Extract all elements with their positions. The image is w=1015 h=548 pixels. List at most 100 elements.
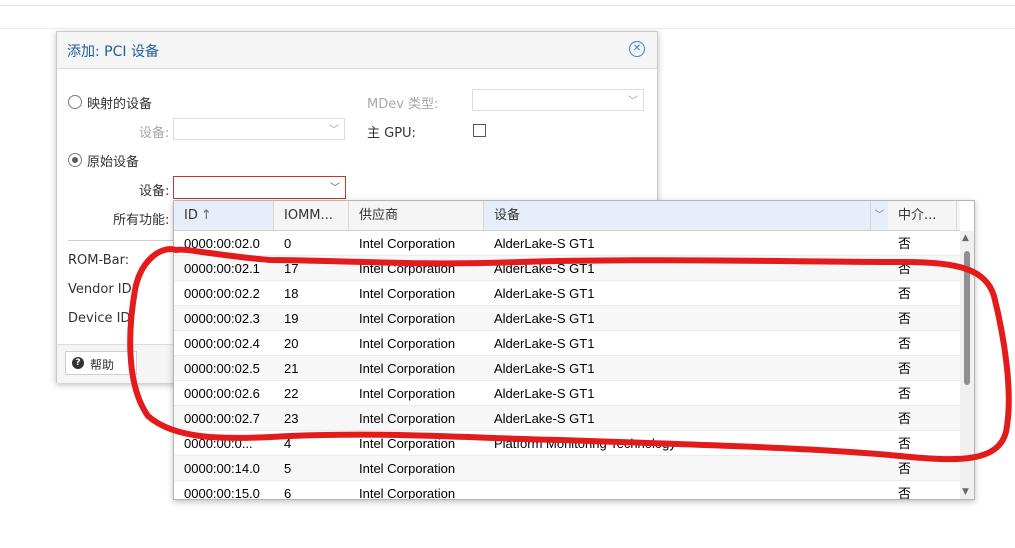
chevron-down-icon: ﹀	[329, 125, 339, 136]
cell-id: 0000:00:0...	[184, 436, 253, 451]
raw-device-field-label: 设备:	[139, 184, 170, 199]
cell-id: 0000:00:02.3	[184, 311, 260, 326]
cell-vendor: Intel Corporation	[359, 486, 456, 499]
raw-device-label: 原始设备	[87, 155, 140, 170]
column-header-vendor[interactable]: 供应商	[349, 201, 484, 230]
table-row[interactable]: 0000:00:02.6 22 Intel Corporation AlderLake…	[174, 381, 960, 406]
column-menu-trigger[interactable]: ﹀	[870, 201, 888, 230]
section-divider	[68, 240, 178, 241]
mdev-type-combo[interactable]: ﹀	[472, 89, 644, 111]
cell-mdev: 否	[898, 461, 912, 476]
table-row[interactable]: 0000:00:02.7 23 Intel Corporation AlderLake…	[174, 406, 960, 431]
dialog-header: 添加: PCI 设备 ✕	[57, 32, 657, 69]
table-row[interactable]: 0000:00:02.4 20 Intel Corporation AlderLake…	[174, 331, 960, 356]
sort-ascending-icon: ↑	[200, 208, 212, 223]
raw-device-combo[interactable]: ﹀	[173, 176, 346, 199]
cell-device: AlderLake-S GT1	[494, 311, 595, 326]
background-divider	[0, 5, 1015, 6]
chevron-down-icon: ﹀	[330, 183, 340, 194]
cell-mdev: 否	[898, 236, 912, 251]
cell-id: 0000:00:02.2	[184, 286, 260, 301]
primary-gpu-label: 主 GPU:	[367, 126, 416, 141]
scroll-up-icon[interactable]: ▲	[962, 233, 969, 243]
cell-mdev: 否	[898, 311, 912, 326]
cell-device: AlderLake-S GT1	[494, 386, 595, 401]
cell-iommu: 4	[284, 436, 292, 451]
column-header-label: IOMM...	[284, 208, 333, 223]
chevron-down-icon: ﹀	[874, 210, 885, 221]
mapped-device-combo[interactable]: ﹀	[173, 118, 345, 140]
cell-iommu: 6	[284, 486, 292, 499]
question-circle-icon: ?	[72, 357, 84, 369]
table-row[interactable]: 0000:00:02.0 0 Intel Corporation AlderLake-…	[174, 231, 960, 256]
raw-device-radio[interactable]	[68, 153, 82, 167]
column-header-iommu[interactable]: IOMM...	[274, 201, 349, 230]
background-divider	[0, 28, 1015, 29]
cell-vendor: Intel Corporation	[359, 336, 456, 351]
cell-device: AlderLake-S GT1	[494, 361, 595, 376]
grid-header: ID ↑ IOMM... 供应商 设备 ﹀ 中介...	[174, 201, 960, 231]
cell-mdev: 否	[898, 261, 912, 276]
cell-iommu: 5	[284, 461, 292, 476]
cell-mdev: 否	[898, 486, 912, 499]
table-row[interactable]: 0000:00:02.2 18 Intel Corporation AlderLake…	[174, 281, 960, 306]
cell-mdev: 否	[898, 436, 912, 451]
cell-device: AlderLake-S GT1	[494, 411, 595, 426]
table-row[interactable]: 0000:00:15.0 6 Intel Corporation 否	[174, 481, 960, 499]
cell-iommu: 19	[284, 311, 299, 326]
cell-iommu: 18	[284, 286, 299, 301]
cell-device	[484, 456, 888, 481]
cell-id: 0000:00:02.6	[184, 386, 260, 401]
cell-vendor: Intel Corporation	[359, 411, 456, 426]
primary-gpu-checkbox[interactable]	[473, 124, 486, 137]
scroll-down-icon[interactable]: ▼	[962, 487, 969, 497]
cell-vendor: Intel Corporation	[359, 261, 456, 276]
cell-id: 0000:00:02.1	[184, 261, 260, 276]
mapped-device-radio[interactable]	[68, 95, 82, 109]
help-button[interactable]: ? 帮助	[65, 351, 137, 375]
column-header-mdev[interactable]: 中介...	[888, 201, 957, 230]
cell-vendor: Intel Corporation	[359, 436, 456, 451]
cell-iommu: 23	[284, 411, 299, 426]
dialog-title: 添加: PCI 设备	[67, 44, 159, 60]
table-row[interactable]: 0000:00:02.3 19 Intel Corporation AlderLake…	[174, 306, 960, 331]
close-icon[interactable]: ✕	[629, 41, 645, 57]
table-row[interactable]: 0000:00:14.0 5 Intel Corporation 否	[174, 456, 960, 481]
all-functions-label: 所有功能:	[113, 213, 170, 228]
grid-body: 0000:00:02.0 0 Intel Corporation AlderLake-…	[174, 231, 960, 499]
table-row[interactable]: 0000:00:0... 4 Intel Corporation Platform M…	[174, 431, 960, 456]
help-button-label: 帮助	[90, 358, 115, 372]
column-header-label: 中介...	[898, 208, 937, 223]
column-header-label: 供应商	[359, 208, 399, 223]
cell-device: AlderLake-S GT1	[494, 286, 595, 301]
column-header-device[interactable]: 设备	[484, 201, 870, 230]
cell-id: 0000:00:02.0	[184, 236, 260, 251]
cell-device	[484, 481, 888, 499]
cell-iommu: 21	[284, 361, 299, 376]
cell-device: AlderLake-S GT1	[494, 261, 595, 276]
cell-vendor: Intel Corporation	[359, 361, 456, 376]
cell-id: 0000:00:14.0	[184, 461, 260, 476]
cell-iommu: 0	[284, 236, 292, 251]
table-row[interactable]: 0000:00:02.5 21 Intel Corporation AlderLake…	[174, 356, 960, 381]
mapped-device-label: 映射的设备	[87, 97, 153, 112]
scrollbar-thumb[interactable]	[964, 251, 970, 385]
cell-iommu: 20	[284, 336, 299, 351]
table-row[interactable]: 0000:00:02.1 17 Intel Corporation AlderLake…	[174, 256, 960, 281]
device-picker-dropdown: ID ↑ IOMM... 供应商 设备 ﹀ 中介... 0000:00:02.0 0…	[173, 200, 975, 500]
mapped-device-field-label: 设备:	[139, 126, 170, 141]
cell-vendor: Intel Corporation	[359, 461, 456, 476]
vertical-scrollbar[interactable]: ▲ ▼	[960, 231, 974, 499]
cell-id: 0000:00:02.4	[184, 336, 260, 351]
cell-mdev: 否	[898, 411, 912, 426]
cell-vendor: Intel Corporation	[359, 286, 456, 301]
mdev-type-label: MDev 类型:	[367, 97, 439, 112]
cell-id: 0000:00:02.5	[184, 361, 260, 376]
cell-mdev: 否	[898, 361, 912, 376]
cell-vendor: Intel Corporation	[359, 236, 456, 251]
cell-mdev: 否	[898, 336, 912, 351]
column-header-label: 设备	[494, 208, 521, 223]
cell-vendor: Intel Corporation	[359, 311, 456, 326]
column-header-id[interactable]: ID ↑	[174, 201, 274, 230]
cell-iommu: 22	[284, 386, 299, 401]
